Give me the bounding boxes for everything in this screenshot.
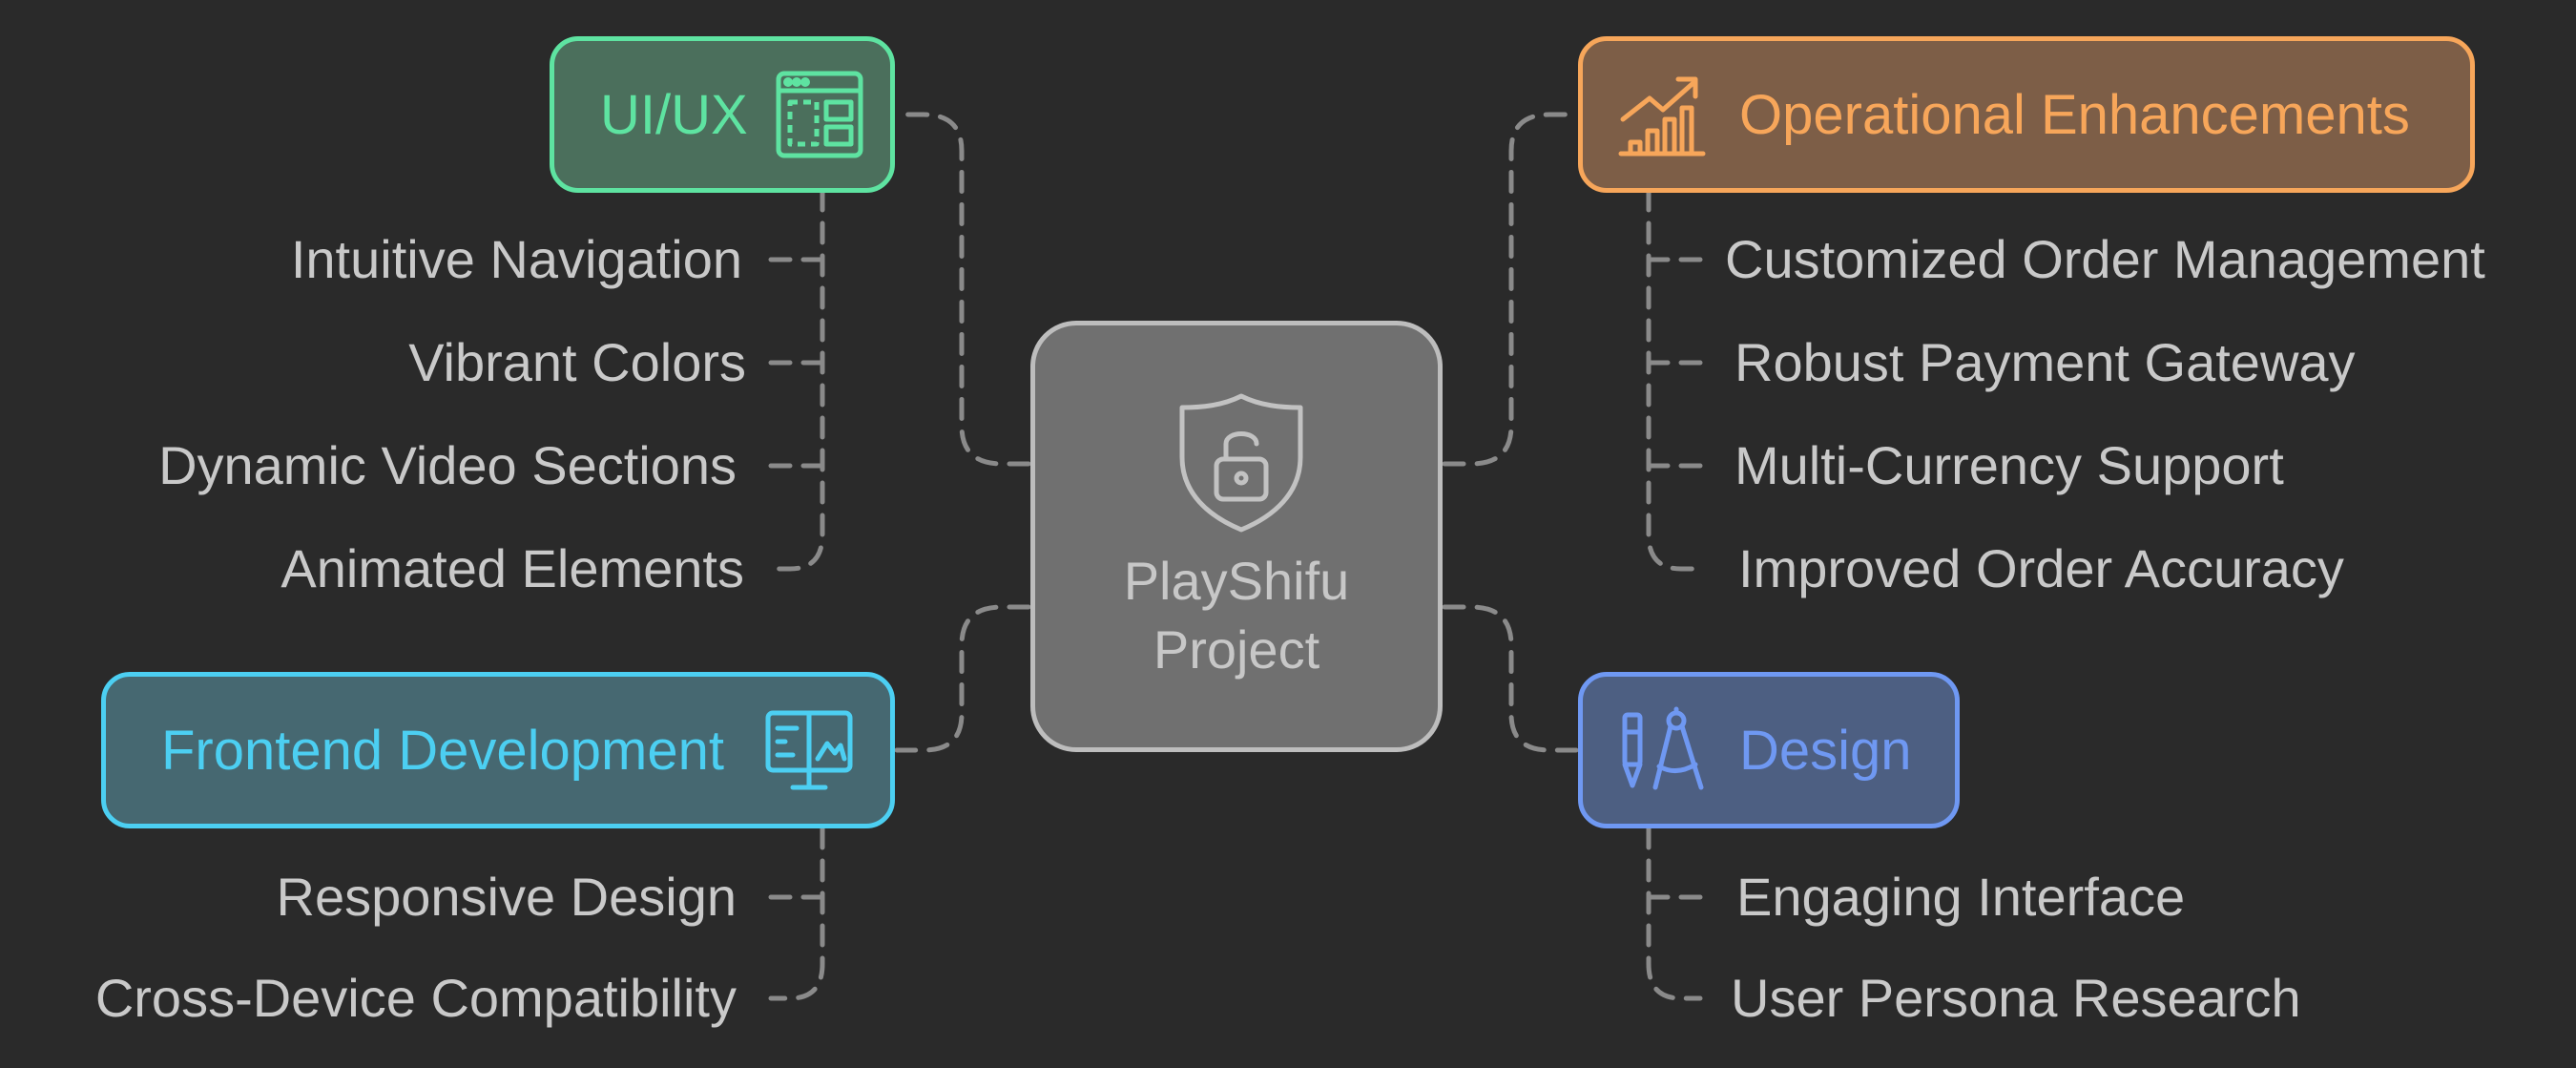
list-item: Intuitive Navigation <box>290 229 742 289</box>
shield-lock-icon <box>1179 393 1303 533</box>
branch-frontend[interactable]: Frontend Development <box>101 672 895 828</box>
branch-design[interactable]: Design <box>1578 672 1960 828</box>
branch-operational-label: Operational Enhancements <box>1739 83 2410 146</box>
list-item: Cross-Device Compatibility <box>94 968 737 1028</box>
growth-chart-icon <box>1618 76 1706 157</box>
monitor-icon <box>765 710 853 790</box>
branch-design-label: Design <box>1739 719 1912 782</box>
center-node: PlayShifu Project <box>1030 321 1443 752</box>
branch-operational[interactable]: Operational Enhancements <box>1578 36 2475 193</box>
list-item: Vibrant Colors <box>408 332 746 392</box>
list-item: Multi-Currency Support <box>1735 435 2284 495</box>
list-item: Customized Order Management <box>1725 229 2485 289</box>
center-title-line1: PlayShifu <box>1123 551 1350 611</box>
list-item: User Persona Research <box>1731 968 2301 1028</box>
list-item: Animated Elements <box>280 538 744 598</box>
center-title-line2: Project <box>1153 619 1320 680</box>
list-item: Improved Order Accuracy <box>1738 538 2344 598</box>
list-item: Engaging Interface <box>1736 867 2186 927</box>
branch-frontend-label: Frontend Development <box>161 719 724 782</box>
branch-uiux[interactable]: UI/UX <box>550 36 895 193</box>
compass-pen-icon <box>1622 706 1704 790</box>
mind-map: PlayShifu Project UI/UX Operational Enha… <box>0 0 2576 1068</box>
branch-uiux-label: UI/UX <box>600 83 748 146</box>
list-item: Responsive Design <box>276 867 737 927</box>
list-item: Robust Payment Gateway <box>1735 332 2356 392</box>
layout-grid-icon <box>776 71 863 158</box>
list-item: Dynamic Video Sections <box>158 435 737 495</box>
